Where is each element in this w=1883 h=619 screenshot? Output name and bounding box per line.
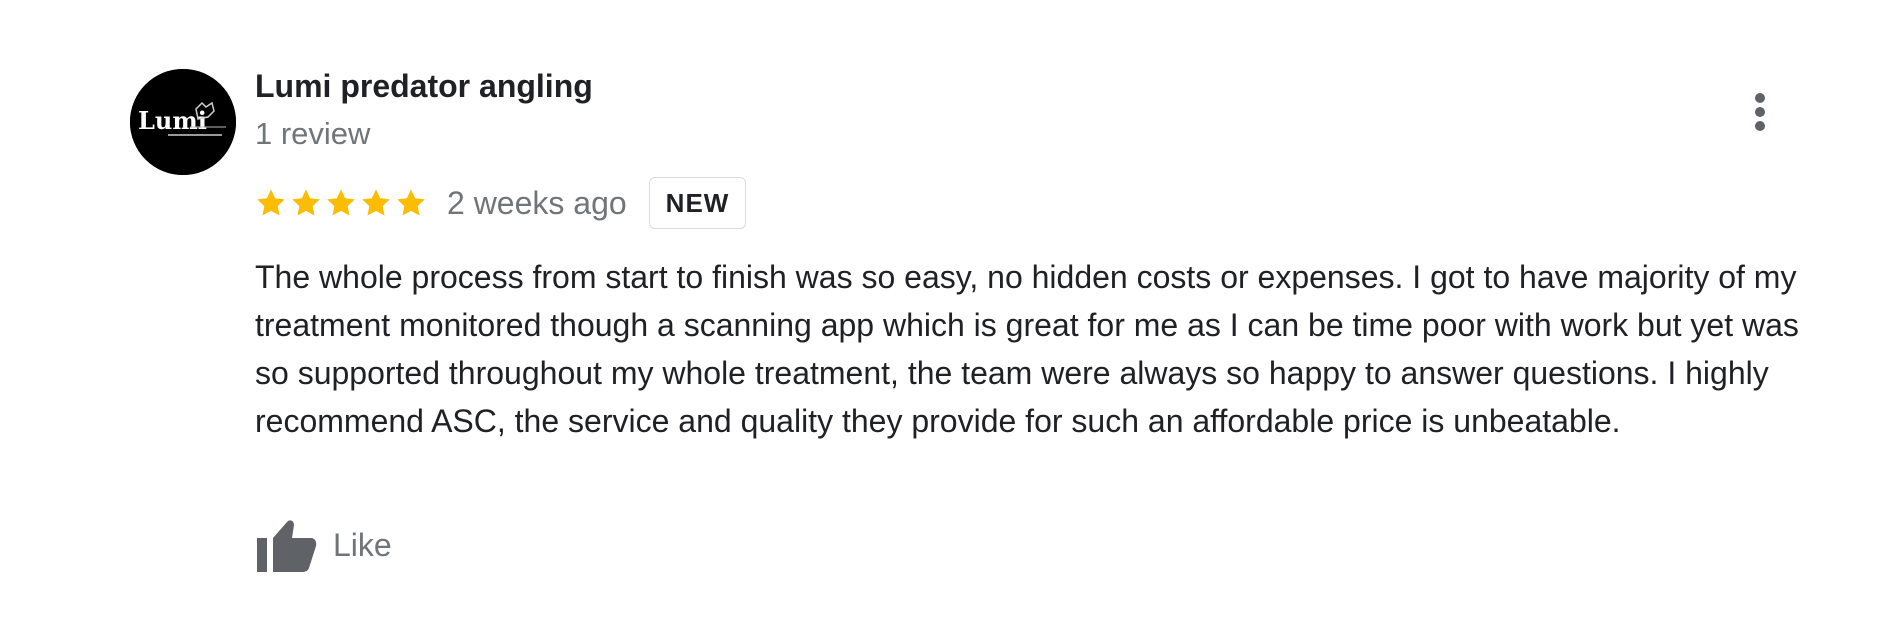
more-options-button[interactable] (1740, 88, 1780, 136)
like-label: Like (333, 526, 392, 563)
avatar[interactable]: Lumi (130, 69, 236, 175)
star-icon (395, 187, 427, 219)
star-icon (325, 187, 357, 219)
star-icon (360, 187, 392, 219)
review-text: The whole process from start to finish w… (255, 259, 1799, 439)
new-badge: NEW (648, 177, 747, 229)
rating-row: 2 weeks ago NEW (255, 175, 747, 231)
thumb-up-icon (257, 520, 317, 572)
review-time: 2 weeks ago (447, 184, 627, 221)
lumi-logo-image: Lumi (130, 69, 236, 175)
star-icon (290, 187, 322, 219)
more-vert-icon (1755, 93, 1765, 131)
star-icon (255, 187, 287, 219)
star-rating (255, 187, 427, 219)
review-card: Lumi Lumi predator angling 1 review 2 we… (0, 0, 1883, 619)
author-review-count[interactable]: 1 review (255, 116, 370, 152)
like-button[interactable]: Like (255, 515, 392, 575)
author-name[interactable]: Lumi predator angling (255, 68, 593, 105)
